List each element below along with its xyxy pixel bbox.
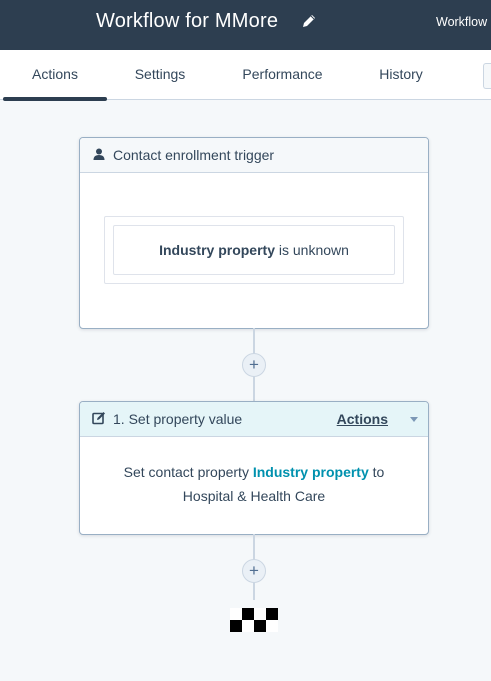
action-body-prefix: Set contact property (123, 464, 249, 480)
trigger-header: Contact enrollment trigger (80, 138, 428, 173)
action-value: Hospital & Health Care (182, 488, 326, 504)
edit-property-icon (92, 412, 105, 425)
tab-actions[interactable]: Actions (3, 50, 107, 101)
add-action-button[interactable]: + (242, 559, 266, 583)
pencil-icon[interactable] (301, 13, 317, 29)
filter-property: Industry property (159, 242, 275, 258)
tab-bar: Actions Settings Performance History (0, 50, 491, 101)
trigger-filter-group: Industry property is unknown (104, 216, 404, 284)
workflow-title[interactable]: Workflow for MMore (96, 10, 278, 33)
action-title: 1. Set property value (113, 411, 243, 427)
tab-settings[interactable]: Settings (112, 50, 208, 99)
top-bar: Workflow for MMore Workflow (0, 0, 491, 50)
tab-performance[interactable]: Performance (225, 50, 340, 99)
enrollment-trigger-card[interactable]: Contact enrollment trigger Industry prop… (79, 137, 429, 329)
actions-menu-link[interactable]: Actions (337, 411, 388, 427)
add-action-button[interactable]: + (242, 353, 266, 377)
workflow-menu-label[interactable]: Workflow (436, 15, 487, 29)
action-header: 1. Set property value Actions (80, 402, 428, 437)
action-connector-word: to (372, 464, 385, 480)
contact-person-icon (93, 148, 105, 160)
trigger-filter[interactable]: Industry property is unknown (113, 225, 395, 275)
filter-condition: is unknown (278, 242, 349, 258)
checkered-flag-icon (230, 608, 278, 632)
action-property-link[interactable]: Industry property (253, 464, 369, 480)
trigger-title: Contact enrollment trigger (113, 147, 275, 163)
chevron-down-icon[interactable] (410, 417, 418, 422)
action-description: Set contact property Industry property t… (80, 460, 428, 508)
tab-bar-overflow-button[interactable] (483, 63, 491, 89)
set-property-action-card[interactable]: 1. Set property value Actions Set contac… (79, 401, 429, 535)
tab-history[interactable]: History (362, 50, 440, 99)
